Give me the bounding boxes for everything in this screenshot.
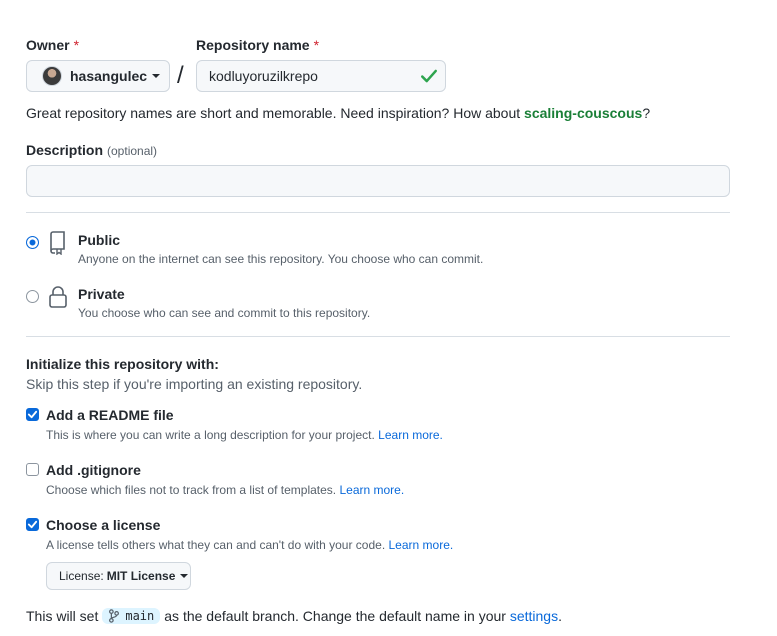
init-subtitle: Skip this step if you're importing an ex… <box>26 376 363 392</box>
git-branch-icon <box>109 609 120 623</box>
public-subtitle: Anyone on the internet can see this repo… <box>78 252 484 266</box>
path-separator: / <box>177 62 184 89</box>
readme-checkbox[interactable] <box>26 408 39 421</box>
readme-label[interactable]: Add a README file <box>46 407 174 423</box>
owner-label: Owner * <box>26 37 80 53</box>
private-subtitle: You choose who can see and commit to thi… <box>78 306 371 320</box>
gitignore-checkbox[interactable] <box>26 463 39 476</box>
owner-select-button[interactable]: hasangulec <box>26 60 170 92</box>
license-select-value: MIT License <box>106 569 176 583</box>
license-select-button[interactable]: License: MIT License <box>46 562 191 590</box>
gitignore-learn-more-link[interactable]: Learn more. <box>339 483 404 497</box>
private-radio[interactable] <box>26 290 39 303</box>
check-icon <box>27 520 38 529</box>
init-title: Initialize this repository with: <box>26 356 219 372</box>
lock-icon <box>49 286 67 308</box>
license-desc: A license tells others what they can and… <box>46 538 454 552</box>
settings-link[interactable]: settings <box>510 608 558 624</box>
gitignore-desc: Choose which files not to track from a l… <box>46 483 405 497</box>
readme-learn-more-link[interactable]: Learn more. <box>378 428 443 442</box>
avatar <box>42 66 62 86</box>
license-checkbox[interactable] <box>26 518 39 531</box>
repo-name-hint: Great repository names are short and mem… <box>26 105 651 121</box>
gitignore-label[interactable]: Add .gitignore <box>46 462 141 478</box>
public-radio[interactable] <box>26 236 39 249</box>
chevron-down-icon <box>152 74 161 78</box>
public-title: Public <box>78 232 121 248</box>
name-suggestion-link[interactable]: scaling-couscous <box>524 105 642 121</box>
license-learn-more-link[interactable]: Learn more. <box>389 538 454 552</box>
default-branch-note: This will set main as the default branch… <box>26 608 562 624</box>
description-input[interactable] <box>26 165 730 197</box>
owner-name: hasangulec <box>70 68 148 84</box>
description-label: Description (optional) <box>26 142 158 158</box>
private-title: Private <box>78 286 125 302</box>
divider <box>26 336 730 337</box>
divider <box>26 212 730 213</box>
repo-name-input[interactable] <box>196 60 446 92</box>
chevron-down-icon <box>180 574 189 578</box>
branch-name-badge: main <box>102 608 161 624</box>
repo-book-icon <box>50 231 65 255</box>
license-select-prefix: License: <box>59 569 104 583</box>
check-icon <box>421 69 437 83</box>
check-icon <box>27 410 38 419</box>
license-label[interactable]: Choose a license <box>46 517 160 533</box>
readme-desc: This is where you can write a long descr… <box>46 428 443 442</box>
repo-name-label: Repository name * <box>196 37 320 53</box>
